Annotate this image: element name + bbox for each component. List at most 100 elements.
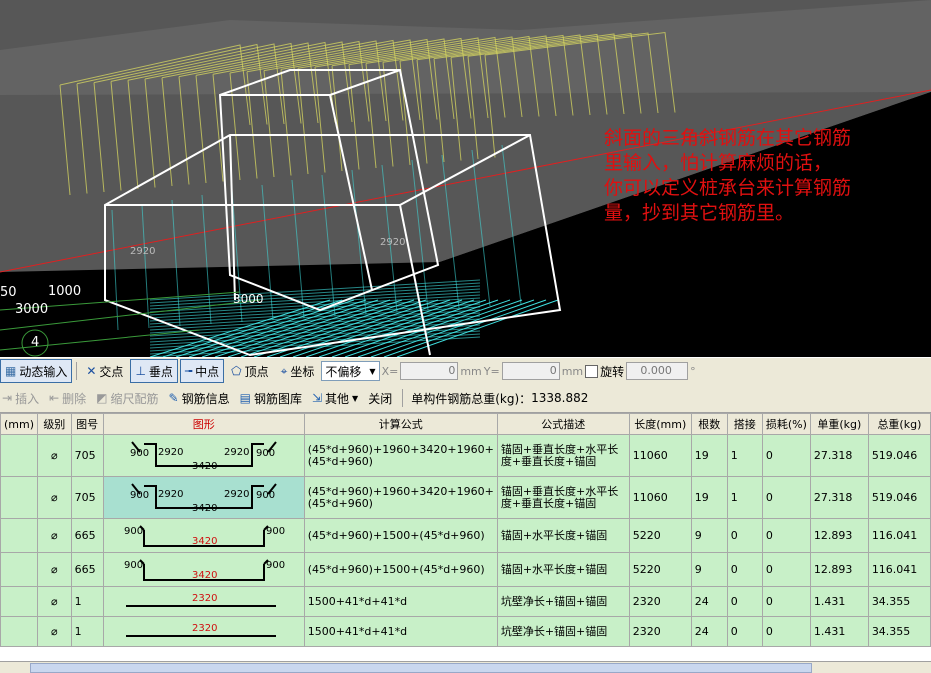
col-header-length[interactable]: 长度(mm) <box>628 413 692 435</box>
cell-grade[interactable]: ⌀ <box>37 616 72 647</box>
cell-unit-weight[interactable]: 27.318 <box>809 434 869 477</box>
cell-total-weight[interactable]: 34.355 <box>867 586 931 617</box>
cell-loss[interactable]: 0 <box>761 616 811 647</box>
col-header-fig[interactable]: 图号 <box>70 413 104 435</box>
col-header-shape[interactable]: 图形 <box>102 413 305 435</box>
rotate-checkbox[interactable] <box>585 364 599 378</box>
cell-grade[interactable]: ⌀ <box>37 518 72 553</box>
cell-lap[interactable]: 0 <box>726 616 763 647</box>
rotate-angle-input[interactable]: 0.000 <box>626 362 689 380</box>
cell-fig[interactable]: 665 <box>70 552 104 587</box>
cell-dia[interactable] <box>0 434 39 477</box>
table-row[interactable]: ⌀ 665 900 3420 900 (45*d+960)+1500+(45*d+960)… <box>0 518 931 553</box>
cell-lap[interactable]: 0 <box>726 518 763 553</box>
cell-count[interactable]: 19 <box>690 434 728 477</box>
coordinate-snap-button[interactable]: ⌖ 坐标 <box>276 359 320 383</box>
y-offset-input[interactable]: 0 <box>501 362 560 380</box>
cell-shape[interactable]: 2320 <box>102 586 305 617</box>
cell-shape[interactable]: 900 2920 3420 2920 900 <box>102 476 305 519</box>
cell-fig[interactable]: 665 <box>70 518 104 553</box>
cell-formula[interactable]: 1500+41*d+41*d <box>303 586 498 617</box>
cell-fig[interactable]: 1 <box>70 616 104 647</box>
cell-fig[interactable]: 705 <box>70 434 104 477</box>
cell-count[interactable]: 24 <box>690 616 728 647</box>
cell-fig[interactable]: 1 <box>70 586 104 617</box>
col-header-formula[interactable]: 计算公式 <box>303 413 498 435</box>
cell-count[interactable]: 9 <box>690 518 728 553</box>
table-row[interactable]: ⌀ 665 900 3420 900 (45*d+960)+1500+(45*d+960)… <box>0 552 931 587</box>
cell-loss[interactable]: 0 <box>761 552 811 587</box>
cell-shape[interactable]: 900 3420 900 <box>102 518 305 553</box>
delete-button[interactable]: ⇤ 删除 <box>47 390 88 407</box>
cell-lap[interactable]: 0 <box>726 586 763 617</box>
cell-loss[interactable]: 0 <box>761 476 811 519</box>
cell-dia[interactable] <box>0 476 39 519</box>
rebar-info-button[interactable]: ✎ 钢筋信息 <box>167 390 232 407</box>
intersection-snap-button[interactable]: ✕ 交点 <box>81 359 128 383</box>
cell-unit-weight[interactable]: 1.431 <box>809 616 869 647</box>
cell-formula[interactable]: (45*d+960)+1500+(45*d+960) <box>303 518 498 553</box>
offset-mode-select[interactable]: 不偏移 ▼ <box>321 361 380 381</box>
cell-length[interactable]: 11060 <box>628 434 692 477</box>
other-menu-button[interactable]: ⇲ 其他 ▼ <box>310 390 360 407</box>
cell-count[interactable]: 19 <box>690 476 728 519</box>
cell-unit-weight[interactable]: 27.318 <box>809 476 869 519</box>
cell-grade[interactable]: ⌀ <box>37 476 72 519</box>
cell-loss[interactable]: 0 <box>761 518 811 553</box>
cell-length[interactable]: 2320 <box>628 616 692 647</box>
col-header-unit-weight[interactable]: 单重(kg) <box>809 413 869 435</box>
cell-dia[interactable] <box>0 586 39 617</box>
cell-desc[interactable]: 锚固+垂直长度+水平长度+垂直长度+锚固 <box>496 434 630 477</box>
perpendicular-snap-button[interactable]: ⊥ 垂点 <box>130 359 178 383</box>
col-header-lap[interactable]: 搭接 <box>726 413 763 435</box>
horizontal-scrollbar[interactable] <box>0 661 931 673</box>
cell-desc[interactable]: 坑壁净长+锚固+锚固 <box>496 616 630 647</box>
cell-dia[interactable] <box>0 518 39 553</box>
cell-lap[interactable]: 0 <box>726 552 763 587</box>
3d-viewport[interactable]: 50 1000 3000 3000 2920 2920 4 斜面的三角斜钢筋在其… <box>0 0 931 357</box>
col-header-dia[interactable]: (mm) <box>0 413 39 435</box>
midpoint-snap-button[interactable]: ╼ 中点 <box>179 359 225 383</box>
cell-formula[interactable]: (45*d+960)+1960+3420+1960+(45*d+960) <box>303 434 498 477</box>
cell-loss[interactable]: 0 <box>761 434 811 477</box>
col-header-count[interactable]: 根数 <box>690 413 728 435</box>
cell-dia[interactable] <box>0 616 39 647</box>
cell-formula[interactable]: 1500+41*d+41*d <box>303 616 498 647</box>
cell-desc[interactable]: 锚固+水平长度+锚固 <box>496 518 630 553</box>
table-row[interactable]: ⌀ 1 2320 1500+41*d+41*d 坑壁净长+锚固+锚固 2320 24 0 0 1.… <box>0 586 931 617</box>
cell-desc[interactable]: 坑壁净长+锚固+锚固 <box>496 586 630 617</box>
cell-shape[interactable]: 900 2920 3420 2920 900 <box>102 434 305 477</box>
cell-lap[interactable]: 1 <box>726 476 763 519</box>
dynamic-input-button[interactable]: ▦ 动态输入 <box>0 359 73 383</box>
cell-loss[interactable]: 0 <box>761 586 811 617</box>
insert-button[interactable]: ⇥ 插入 <box>0 390 41 407</box>
rebar-library-button[interactable]: ▤ 钢筋图库 <box>238 390 304 407</box>
cell-total-weight[interactable]: 116.041 <box>867 518 931 553</box>
cell-formula[interactable]: (45*d+960)+1960+3420+1960+(45*d+960) <box>303 476 498 519</box>
cell-unit-weight[interactable]: 12.893 <box>809 552 869 587</box>
table-row[interactable]: ⌀ 705 900 2920 3420 2920 900 (45*d+960)+1960+34… <box>0 476 931 519</box>
cell-unit-weight[interactable]: 12.893 <box>809 518 869 553</box>
cell-total-weight[interactable]: 519.046 <box>867 476 931 519</box>
cell-grade[interactable]: ⌀ <box>37 434 72 477</box>
col-header-grade[interactable]: 级别 <box>37 413 72 435</box>
col-header-desc[interactable]: 公式描述 <box>496 413 630 435</box>
close-button[interactable]: 关闭 <box>366 390 394 407</box>
cell-total-weight[interactable]: 116.041 <box>867 552 931 587</box>
table-row[interactable]: ⌀ 1 2320 1500+41*d+41*d 坑壁净长+锚固+锚固 2320 24 0 0 1.… <box>0 616 931 647</box>
cell-length[interactable]: 5220 <box>628 518 692 553</box>
scale-rebar-button[interactable]: ◩ 缩尺配筋 <box>94 390 160 407</box>
cell-shape[interactable]: 900 3420 900 <box>102 552 305 587</box>
cell-length[interactable]: 2320 <box>628 586 692 617</box>
cell-fig[interactable]: 705 <box>70 476 104 519</box>
cell-lap[interactable]: 1 <box>726 434 763 477</box>
cell-formula[interactable]: (45*d+960)+1500+(45*d+960) <box>303 552 498 587</box>
x-offset-input[interactable]: 0 <box>400 362 459 380</box>
cell-desc[interactable]: 锚固+水平长度+锚固 <box>496 552 630 587</box>
cell-dia[interactable] <box>0 552 39 587</box>
cell-grade[interactable]: ⌀ <box>37 586 72 617</box>
vertex-snap-button[interactable]: ⬠ 顶点 <box>226 359 273 383</box>
cell-desc[interactable]: 锚固+垂直长度+水平长度+垂直长度+锚固 <box>496 476 630 519</box>
cell-length[interactable]: 11060 <box>628 476 692 519</box>
cell-total-weight[interactable]: 34.355 <box>867 616 931 647</box>
